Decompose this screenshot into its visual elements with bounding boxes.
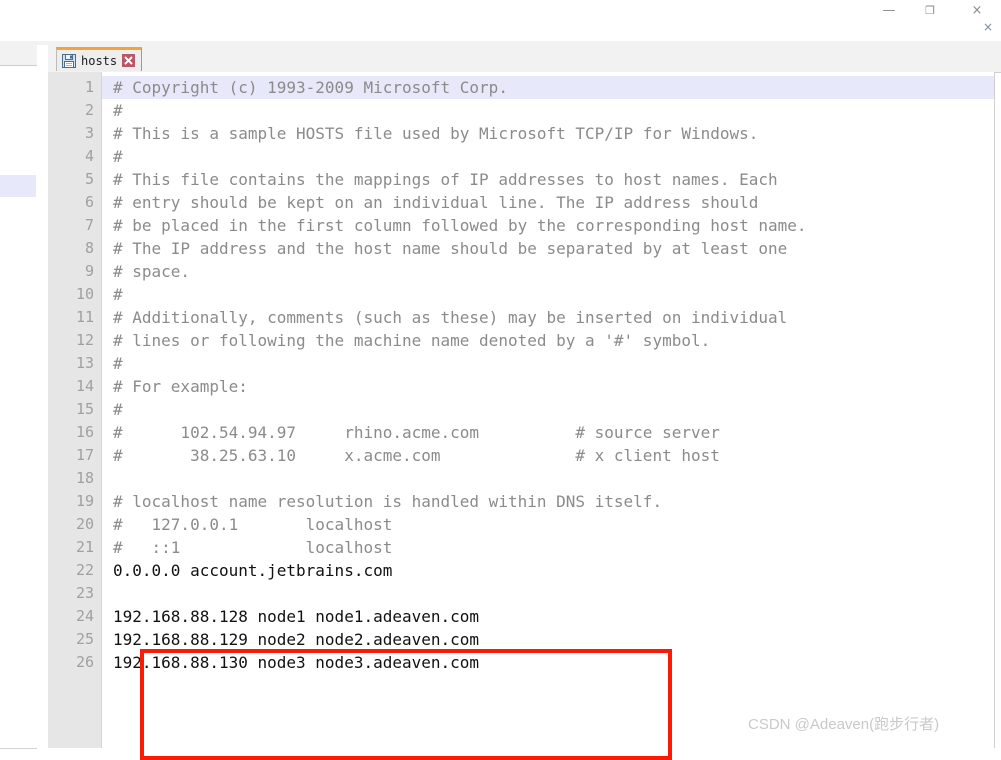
line-number: 25 <box>75 630 94 648</box>
tab-label: hosts <box>81 53 118 68</box>
code-line[interactable]: # <box>102 283 994 306</box>
window-titlebar: — ❐ × × <box>0 0 1001 36</box>
floppy-disk-icon <box>62 53 76 68</box>
line-number: 4 <box>84 147 94 165</box>
code-line[interactable]: # <box>102 145 994 168</box>
code-line[interactable]: # For example: <box>102 375 994 398</box>
editor-body[interactable]: 1 2 3 4 5 6 7 8 9 10 11 12 13 14 15 16 17 18 19 20 21 22 23 24 2… <box>48 72 995 748</box>
line-number: 1 <box>84 78 94 96</box>
left-tool-panel[interactable] <box>0 45 37 749</box>
line-number: 19 <box>75 492 94 510</box>
code-line[interactable] <box>102 582 994 605</box>
line-number: 15 <box>75 400 94 418</box>
watermark: CSDN @Adeaven(跑步行者) <box>748 716 940 733</box>
secondary-close-icon[interactable]: × <box>978 18 998 36</box>
tab-hosts[interactable]: hosts <box>56 47 143 71</box>
code-line[interactable]: # be placed in the first column followed… <box>102 214 994 237</box>
code-line[interactable]: # 127.0.0.1 localhost <box>102 513 994 536</box>
line-number-gutter: 1 2 3 4 5 6 7 8 9 10 11 12 13 14 15 16 17 18 19 20 21 22 23 24 2… <box>48 72 102 748</box>
code-line[interactable]: # localhost name resolution is handled w… <box>102 490 994 513</box>
editor-tabbar: hosts <box>48 45 1001 73</box>
line-number: 2 <box>84 101 94 119</box>
line-number: 26 <box>75 653 94 671</box>
line-number: 12 <box>75 331 94 349</box>
line-number: 8 <box>84 239 94 257</box>
line-number: 17 <box>75 446 94 464</box>
code-line[interactable]: 192.168.88.128 node1 node1.adeaven.com <box>102 605 994 628</box>
line-number: 11 <box>75 308 94 326</box>
editor-panel: hosts 1 2 3 4 5 6 7 8 9 10 11 12 13 14 15 16 17 18 19 20 21 2… <box>48 45 1001 760</box>
line-number: 24 <box>75 607 94 625</box>
workspace: ◀ hosts <box>0 45 1001 760</box>
minimize-icon[interactable]: — <box>874 0 904 22</box>
code-line[interactable]: # Copyright (c) 1993-2009 Microsoft Corp… <box>102 76 994 99</box>
left-panel-selected-item[interactable] <box>0 175 36 197</box>
line-number: 10 <box>75 285 94 303</box>
code-line[interactable]: # Additionally, comments (such as these)… <box>102 306 994 329</box>
line-number: 23 <box>75 584 94 602</box>
code-line[interactable] <box>102 467 994 490</box>
line-number: 14 <box>75 377 94 395</box>
code-line[interactable]: # 102.54.94.97 rhino.acme.com # source s… <box>102 421 994 444</box>
code-line[interactable]: # The IP address and the host name shoul… <box>102 237 994 260</box>
line-number: 9 <box>84 262 94 280</box>
maximize-icon[interactable]: ❐ <box>915 0 945 22</box>
code-line[interactable]: # <box>102 99 994 122</box>
line-number: 7 <box>84 216 94 234</box>
code-line[interactable]: # ::1 localhost <box>102 536 994 559</box>
close-icon[interactable] <box>122 54 136 67</box>
line-number: 6 <box>84 193 94 211</box>
line-number: 18 <box>75 469 94 487</box>
code-line[interactable]: # space. <box>102 260 994 283</box>
code-line[interactable]: # <box>102 352 994 375</box>
code-line[interactable]: # entry should be kept on an individual … <box>102 191 994 214</box>
code-line[interactable]: # lines or following the machine name de… <box>102 329 994 352</box>
line-number: 3 <box>84 124 94 142</box>
code-line[interactable]: # <box>102 398 994 421</box>
code-line[interactable]: # This file contains the mappings of IP … <box>102 168 994 191</box>
code-line[interactable]: # This is a sample HOSTS file used by Mi… <box>102 122 994 145</box>
code-area[interactable]: # Copyright (c) 1993-2009 Microsoft Corp… <box>102 72 994 748</box>
left-panel-header <box>0 45 37 66</box>
line-number: 5 <box>84 170 94 188</box>
code-line[interactable]: 192.168.88.129 node2 node2.adeaven.com <box>102 628 994 651</box>
panel-splitter[interactable]: ◀ <box>38 45 85 748</box>
code-line[interactable]: 0.0.0.0 account.jetbrains.com <box>102 559 994 582</box>
line-number: 21 <box>75 538 94 556</box>
code-line[interactable]: # 38.25.63.10 x.acme.com # x client host <box>102 444 994 467</box>
line-number: 20 <box>75 515 94 533</box>
line-number: 13 <box>75 354 94 372</box>
line-number: 22 <box>75 561 94 579</box>
code-line[interactable]: 192.168.88.130 node3 node3.adeaven.com <box>102 651 994 674</box>
line-number: 16 <box>75 423 94 441</box>
